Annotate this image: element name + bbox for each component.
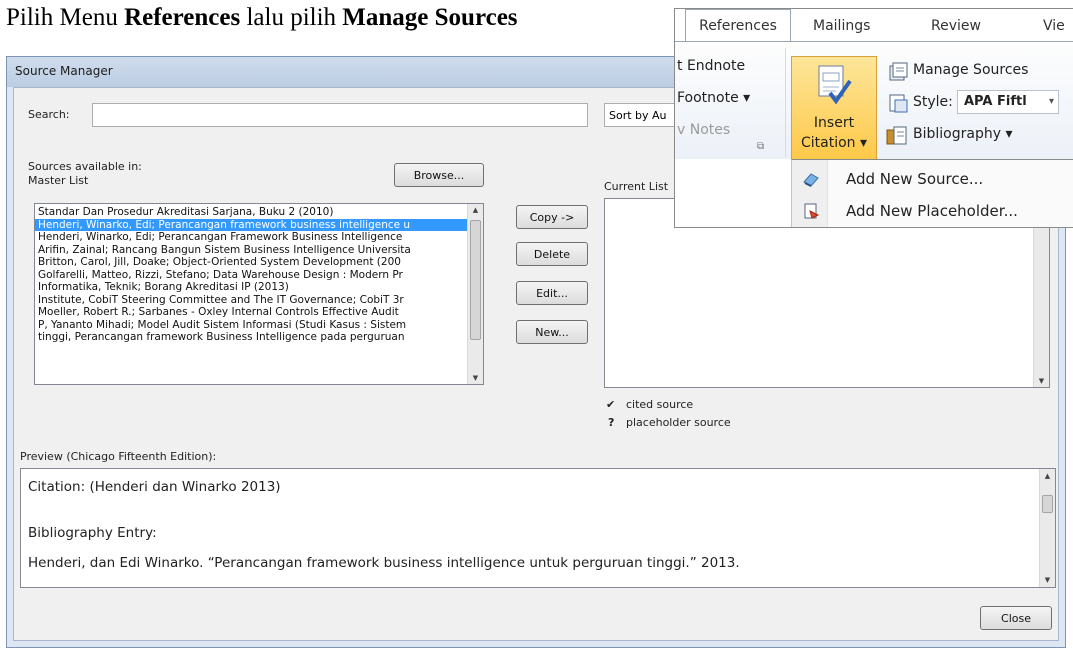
tab-view[interactable]: Vie (1043, 9, 1065, 42)
master-list-item[interactable]: Golfarelli, Matteo, Rizzi, Stefano; Data… (35, 269, 467, 282)
master-list-item[interactable]: P, Yananto Mihadi; Model Audit Sistem In… (35, 319, 467, 332)
master-list-item[interactable]: Britton, Carol, Jill, Doake; Object-Orie… (35, 256, 467, 269)
insert-citation-button[interactable]: Insert Citation ▾ (791, 56, 877, 162)
scroll-thumb[interactable] (470, 220, 481, 340)
delete-button[interactable]: Delete (516, 242, 588, 266)
tab-mailings[interactable]: Mailings (813, 9, 870, 42)
master-list-item[interactable]: Henderi, Winarko, Edi; Perancangan frame… (35, 218, 467, 231)
edit-button[interactable]: Edit... (516, 281, 588, 305)
group-divider (785, 48, 786, 156)
master-list-item[interactable]: Moeller, Robert R.; Sarbanes - Oxley Int… (35, 306, 467, 319)
preview-scroll-thumb[interactable] (1042, 495, 1053, 513)
master-list-item[interactable]: Standar Dan Prosedur Akreditasi Sarjana,… (35, 206, 467, 219)
sources-available-label: Sources available in: (28, 160, 142, 173)
browse-button[interactable]: Browse... (394, 163, 484, 187)
preview-bibliography-entry: Henderi, dan Edi Winarko. “Perancangan f… (28, 555, 740, 571)
master-list-item[interactable]: Arifin, Zainal; Rancang Bangun Sistem Bu… (35, 244, 467, 257)
preview-citation: Citation: (Henderi dan Winarko 2013) (28, 479, 281, 495)
show-notes-button[interactable]: v Notes (677, 122, 730, 138)
preview-scrollbar[interactable]: ▲ ▼ (1039, 469, 1055, 587)
master-list-box[interactable]: Standar Dan Prosedur Akreditasi Sarjana,… (34, 203, 484, 385)
current-list-label: Current List (604, 180, 669, 193)
style-icon (889, 94, 908, 113)
preview-scroll-down-arrow-icon[interactable]: ▼ (1040, 576, 1055, 584)
placeholder-source-legend: placeholder source (626, 416, 731, 429)
sort-by-value: Sort by Au (609, 109, 667, 122)
master-list-item[interactable]: Henderi, Winarko, Edi; Perancangan Frame… (35, 231, 467, 244)
master-list-item[interactable]: tinggi, Perancangan framework Business I… (35, 331, 467, 344)
add-new-placeholder-icon (804, 203, 820, 219)
preview-scroll-up-arrow-icon[interactable]: ▲ (1040, 472, 1055, 480)
tab-references[interactable]: References (685, 9, 791, 42)
copy-button[interactable]: Copy -> (516, 205, 588, 229)
master-list-item[interactable]: Institute, CobiT Steering Committee and … (35, 294, 467, 307)
placeholder-source-mark-icon: ? (608, 416, 615, 429)
sort-by-dropdown[interactable]: Sort by Au (604, 103, 684, 127)
dialog-title: Source Manager (15, 64, 113, 78)
insert-citation-icon (818, 65, 852, 105)
style-dropdown[interactable]: APA Fiftl ▾ (957, 90, 1059, 114)
manage-sources-button[interactable]: Manage Sources (913, 62, 1028, 78)
style-label: Style: (913, 94, 953, 110)
scroll-down-arrow-icon[interactable]: ▼ (468, 374, 483, 382)
instruction-menu-name: References (124, 4, 241, 31)
preview-pane: Citation: (Henderi dan Winarko 2013) Bib… (20, 468, 1056, 588)
cited-source-legend: cited source (626, 398, 694, 411)
instruction-text: Pilih Menu References lalu pilih Manage … (6, 4, 518, 32)
new-button[interactable]: New... (516, 320, 588, 344)
insert-citation-label-1: Insert (813, 115, 855, 131)
tab-review[interactable]: Review (931, 9, 981, 42)
bibliography-icon (886, 126, 907, 145)
preview-bibliography-heading: Bibliography Entry: (28, 525, 157, 541)
master-list-items: Standar Dan Prosedur Akreditasi Sarjana,… (35, 204, 467, 344)
current-scroll-down-arrow-icon[interactable]: ▼ (1034, 377, 1049, 385)
master-list-scrollbar[interactable]: ▲ ▼ (467, 204, 483, 384)
instruction-prefix: Pilih Menu (6, 4, 125, 31)
close-button[interactable]: Close (980, 606, 1052, 630)
cited-source-mark-icon: ✔ (606, 398, 616, 411)
search-label: Search: (28, 108, 70, 121)
instruction-command-name: Manage Sources (342, 4, 518, 31)
preview-label: Preview (Chicago Fifteenth Edition): (20, 450, 217, 463)
search-input[interactable] (92, 103, 588, 127)
add-new-source-icon (803, 173, 819, 187)
style-dropdown-arrow-icon: ▾ (1048, 96, 1054, 107)
insert-citation-label-2: Citation ▾ (800, 135, 868, 151)
instruction-middle: lalu pilih (240, 4, 343, 31)
manage-sources-icon (889, 62, 908, 81)
menu-item-add-new-placeholder[interactable]: Add New Placeholder... (846, 202, 1018, 220)
scroll-up-arrow-icon[interactable]: ▲ (468, 206, 483, 214)
next-footnote-button[interactable]: Footnote ▾ (677, 90, 750, 106)
ribbon-panel: References Mailings Review Vie t Endnote… (674, 8, 1073, 228)
group-dialog-launcher-icon[interactable]: ⧉ (757, 141, 764, 152)
insert-citation-menu: Add New Source... Add New Placeholder... (791, 159, 1073, 227)
master-list-label: Master List (28, 174, 89, 187)
insert-endnote-button[interactable]: t Endnote (677, 58, 745, 74)
style-value: APA Fiftl (964, 94, 1027, 109)
master-list-item[interactable]: Informatika, Teknik; Borang Akreditasi I… (35, 281, 467, 294)
menu-item-add-new-source[interactable]: Add New Source... (846, 170, 983, 188)
bibliography-button[interactable]: Bibliography ▾ (913, 126, 1012, 142)
ribbon-body: t Endnote Footnote ▾ v Notes ⧉ Insert Ci… (675, 41, 1073, 162)
